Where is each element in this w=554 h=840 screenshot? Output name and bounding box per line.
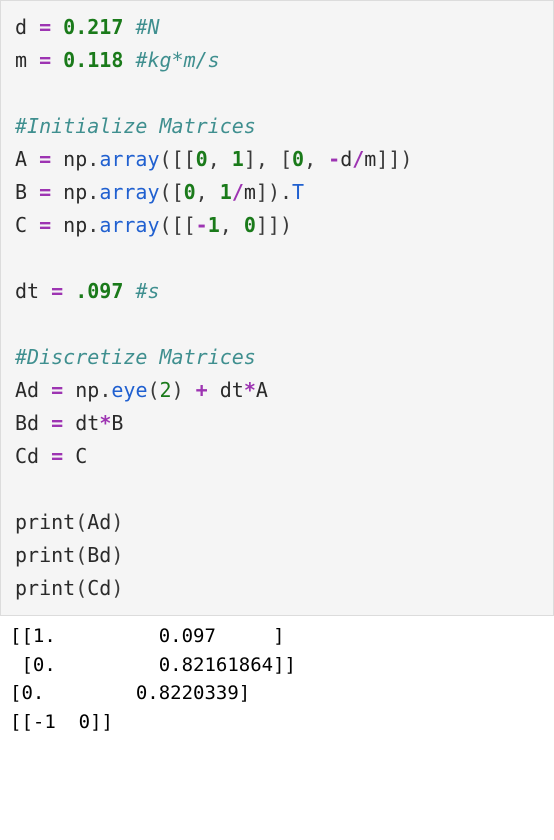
code-var: d bbox=[15, 15, 27, 39]
code-number: 0.217 bbox=[63, 15, 123, 39]
code-var: A bbox=[15, 147, 27, 171]
code-builtin: print bbox=[15, 543, 75, 567]
code-op: = bbox=[27, 48, 63, 72]
code-op: = bbox=[27, 147, 63, 171]
code-op: = bbox=[27, 180, 63, 204]
code-var: dt bbox=[15, 279, 39, 303]
code-comment: #N bbox=[135, 15, 159, 39]
code-punct: ( bbox=[75, 510, 87, 534]
code-builtin: print bbox=[15, 510, 75, 534]
code-op: + bbox=[196, 378, 208, 402]
code-op: / bbox=[352, 147, 364, 171]
code-call: array bbox=[99, 180, 159, 204]
code-op: = bbox=[27, 15, 63, 39]
code-op: = bbox=[39, 279, 75, 303]
code-op: * bbox=[99, 411, 111, 435]
code-comment: #Discretize Matrices bbox=[15, 345, 256, 369]
code-cell: d = 0.217 #N m = 0.118 #kg*m/s #Initiali… bbox=[0, 0, 554, 616]
code-number: 0 bbox=[244, 213, 256, 237]
code-op: * bbox=[244, 378, 256, 402]
code-var: A bbox=[256, 378, 268, 402]
output-cell: [[1. 0.097 ] [0. 0.82161864]] [0. 0.8220… bbox=[0, 616, 554, 742]
code-space bbox=[184, 378, 196, 402]
code-punct: ) bbox=[172, 378, 184, 402]
output-line: [0. 0.82161864]] bbox=[10, 654, 296, 676]
code-module: np bbox=[75, 378, 99, 402]
code-punct: ) bbox=[111, 543, 123, 567]
code-space bbox=[208, 378, 220, 402]
code-comment: #Initialize Matrices bbox=[15, 114, 256, 138]
code-var: Bd bbox=[15, 411, 39, 435]
code-punct: ( bbox=[75, 576, 87, 600]
code-punct: ([ bbox=[160, 180, 184, 204]
code-var: C bbox=[15, 213, 27, 237]
code-number: 1 bbox=[208, 213, 220, 237]
code-var: m bbox=[364, 147, 376, 171]
code-call: array bbox=[99, 213, 159, 237]
code-builtin: print bbox=[15, 576, 75, 600]
code-op: = bbox=[39, 411, 75, 435]
code-call: array bbox=[99, 147, 159, 171]
code-punct: , bbox=[220, 213, 244, 237]
code-punct: ]). bbox=[256, 180, 292, 204]
code-var: B bbox=[15, 180, 27, 204]
code-dot: . bbox=[87, 180, 99, 204]
code-number: 0 bbox=[292, 147, 304, 171]
output-line: [0. 0.8220339] bbox=[10, 682, 250, 704]
code-number: 1 bbox=[220, 180, 232, 204]
code-var: C bbox=[75, 444, 87, 468]
code-dot: . bbox=[87, 213, 99, 237]
code-space bbox=[123, 279, 135, 303]
code-punct: ( bbox=[75, 543, 87, 567]
code-punct: , bbox=[196, 180, 220, 204]
code-punct: ]]) bbox=[376, 147, 412, 171]
code-arg: 2 bbox=[160, 378, 172, 402]
code-attr: T bbox=[292, 180, 304, 204]
code-space bbox=[123, 48, 135, 72]
code-var: dt bbox=[75, 411, 99, 435]
code-number: 1 bbox=[232, 147, 244, 171]
code-number: 0 bbox=[184, 180, 196, 204]
code-punct: , bbox=[304, 147, 328, 171]
code-number: 0 bbox=[196, 147, 208, 171]
code-number: 0.118 bbox=[63, 48, 123, 72]
code-var: dt bbox=[220, 378, 244, 402]
code-number: .097 bbox=[75, 279, 123, 303]
code-module: np bbox=[63, 180, 87, 204]
code-arg: Ad bbox=[87, 510, 111, 534]
code-var: B bbox=[111, 411, 123, 435]
code-punct: , bbox=[208, 147, 232, 171]
code-comment: #s bbox=[135, 279, 159, 303]
code-punct: ) bbox=[111, 576, 123, 600]
code-comment: #kg*m/s bbox=[135, 48, 219, 72]
code-punct: ( bbox=[147, 378, 159, 402]
code-punct: ]]) bbox=[256, 213, 292, 237]
code-op: = bbox=[39, 444, 75, 468]
code-arg: Cd bbox=[87, 576, 111, 600]
code-op: = bbox=[39, 378, 75, 402]
code-punct: ) bbox=[111, 510, 123, 534]
code-punct: ([[ bbox=[160, 213, 196, 237]
code-dot: . bbox=[99, 378, 111, 402]
code-var: m bbox=[244, 180, 256, 204]
code-space bbox=[123, 15, 135, 39]
output-line: [[1. 0.097 ] bbox=[10, 625, 285, 647]
output-line: [[-1 0]] bbox=[10, 711, 113, 733]
code-dot: . bbox=[87, 147, 99, 171]
code-call: eye bbox=[111, 378, 147, 402]
code-op: = bbox=[27, 213, 63, 237]
code-module: np bbox=[63, 147, 87, 171]
code-arg: Bd bbox=[87, 543, 111, 567]
code-neg: - bbox=[196, 213, 208, 237]
code-var: Ad bbox=[15, 378, 39, 402]
code-var: Cd bbox=[15, 444, 39, 468]
code-var: d bbox=[340, 147, 352, 171]
code-module: np bbox=[63, 213, 87, 237]
code-op: / bbox=[232, 180, 244, 204]
code-var: m bbox=[15, 48, 27, 72]
code-punct: ([[ bbox=[160, 147, 196, 171]
code-punct: ], [ bbox=[244, 147, 292, 171]
code-neg: - bbox=[328, 147, 340, 171]
